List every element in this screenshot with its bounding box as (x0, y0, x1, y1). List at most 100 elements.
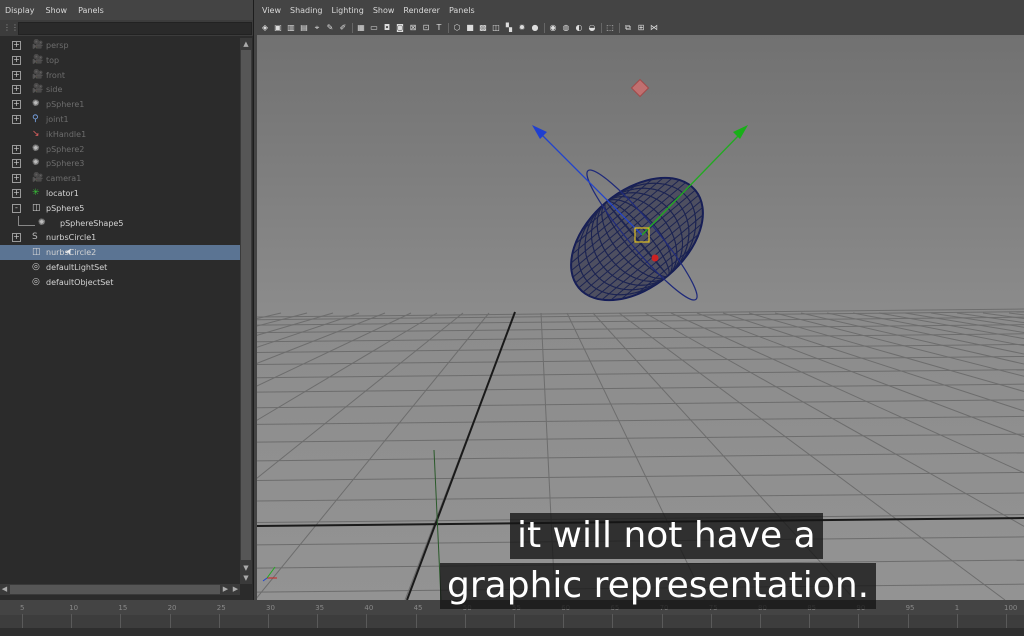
outliner-item-psphereshape5[interactable]: ✺ pSphereShape5 (0, 215, 240, 231)
x-axis-handle-dot[interactable] (651, 254, 659, 262)
default-layout-icon[interactable]: ⧉ (623, 23, 633, 32)
timeline-tick-label: 40 (364, 604, 374, 612)
motion-blur-icon[interactable]: ◐ (574, 23, 584, 32)
scroll-thumb[interactable] (241, 50, 251, 560)
timeline-tick-label: 15 (118, 604, 128, 612)
safe-action-icon[interactable]: ⊡ (421, 23, 431, 32)
outliner-item-label: camera1 (46, 174, 82, 184)
viewport-menu-show[interactable]: Show (373, 6, 395, 15)
scroll-down-icon[interactable]: ▼ (242, 574, 250, 582)
expand-icon[interactable]: + (12, 55, 21, 65)
xray-icon[interactable]: ◫ (491, 23, 501, 32)
ambient-occlusion-icon[interactable]: ◍ (561, 23, 571, 32)
use-all-lights-icon[interactable]: ✹ (517, 23, 527, 32)
outliner-item-psphere2[interactable]: + ✺ pSphere2 (0, 142, 240, 157)
show-hide-icon[interactable]: ⊞ (636, 23, 646, 32)
timeline-tick-mark (661, 614, 663, 628)
wireframe-on-shaded-icon[interactable]: ▩ (478, 23, 488, 32)
scroll-right-icon[interactable]: ▶ (231, 584, 240, 595)
grease-pencil-icon[interactable]: ✎ (325, 23, 335, 32)
outliner-item-psphere3[interactable]: + ✺ pSphere3 (0, 156, 240, 171)
scroll-right-icon[interactable]: ▶ (221, 584, 230, 595)
expand-icon[interactable]: + (12, 174, 21, 184)
outliner-menu-display[interactable]: Display (5, 6, 35, 15)
scroll-left-icon[interactable]: ◀ (0, 584, 9, 595)
timeline-tick-label: 25 (216, 604, 226, 612)
shadows-icon[interactable]: ● (530, 23, 540, 32)
outliner-item-label: side (46, 85, 63, 95)
viewport-menu-shading[interactable]: Shading (290, 6, 323, 15)
outliner-item-persp[interactable]: + 🎥 persp (0, 38, 240, 53)
outliner-item-label: persp (46, 41, 69, 50)
outliner-item-nurbscircle1[interactable]: + SnurbsCircle1 (0, 230, 240, 245)
range-slider-track[interactable] (0, 628, 1024, 636)
timeline-tick-mark (858, 614, 860, 628)
locator-icon: ✳ (32, 188, 40, 198)
outliner-item-label: top (46, 55, 60, 65)
outliner-item-label: pSphere5 (46, 203, 85, 213)
gate-mask-icon[interactable]: ◙ (395, 23, 405, 32)
graph-icon[interactable]: ⋈ (649, 23, 659, 32)
outliner-menu-panels[interactable]: Panels (78, 6, 104, 15)
outliner-item-locator1[interactable]: + ✳ locator1 (0, 186, 240, 201)
expand-icon[interactable]: + (12, 85, 21, 95)
camera-attributes-icon[interactable]: ▣ (273, 23, 283, 32)
scroll-thumb[interactable] (10, 585, 220, 594)
select-camera-icon[interactable]: ◈ (260, 23, 270, 32)
drag-handle-icon[interactable]: ⋮⋮ (3, 23, 19, 33)
smooth-shade-icon[interactable]: ■ (465, 23, 475, 32)
outliner-vertical-scrollbar[interactable]: ▲ ▼ ▼ (240, 38, 252, 584)
outliner-item-ikhandle1[interactable]: ↘ ikHandle1 (0, 127, 240, 142)
scroll-down-icon[interactable]: ▼ (242, 564, 250, 572)
outliner-list: + 🎥 persp + 🎥 top + 🎥 front + 🎥 side + ✺ pSphere1 + ⚲ joi… (0, 38, 240, 584)
expand-icon[interactable]: + (12, 189, 21, 198)
toolbar-separator (352, 22, 353, 33)
outliner-item-nurbscircle2[interactable]: ◫ nurbsCircle2 ➤ (0, 245, 240, 260)
pencil-icon[interactable]: ✐ (338, 23, 348, 32)
high-quality-icon[interactable]: ◉ (548, 23, 558, 32)
scroll-up-icon[interactable]: ▲ (242, 40, 250, 48)
bookmark-icon[interactable]: ▥ (286, 23, 296, 32)
expand-icon[interactable]: + (12, 115, 21, 124)
outliner-item-psphere1[interactable]: + ✺ pSphere1 (0, 97, 240, 112)
outliner-item-label: pSphere3 (46, 159, 85, 169)
outliner-menu-show[interactable]: Show (46, 6, 68, 15)
safe-title-icon[interactable]: T (434, 23, 444, 32)
outliner-item-psphere5[interactable]: - ◫ pSphere5 (0, 201, 240, 216)
outliner-item-side[interactable]: + 🎥 side (0, 82, 240, 97)
field-chart-icon[interactable]: ⊠ (408, 23, 418, 32)
anti-aliasing-icon[interactable]: ◒ (587, 23, 597, 32)
viewport-menu-lighting[interactable]: Lighting (331, 6, 363, 15)
viewport-menu-renderer[interactable]: Renderer (403, 6, 440, 15)
isolate-select-icon[interactable]: ⬚ (605, 23, 615, 32)
viewport-toolbar: ◈ ▣ ▥ ▤ ⌖ ✎ ✐ ▦ ▭ ◘ ◙ ⊠ ⊡ T ⬡ ■ ▩ ◫ ▚ ✹ … (257, 20, 1024, 35)
outliner-item-defaultlightset[interactable]: ◎ defaultLightSet (0, 260, 240, 275)
outliner-item-front[interactable]: + 🎥 front (0, 68, 240, 83)
textured-icon[interactable]: ▚ (504, 23, 514, 32)
outliner-item-defaultobjectset[interactable]: ◎ defaultObjectSet (0, 275, 240, 290)
outliner-item-top[interactable]: + 🎥 top (0, 53, 240, 68)
outliner-item-camera1[interactable]: + 🎥 camera1 (0, 171, 240, 186)
expand-icon[interactable]: + (12, 70, 21, 80)
wireframe-icon[interactable]: ⬡ (452, 23, 462, 32)
grid-icon[interactable]: ▦ (356, 23, 366, 32)
resolution-gate-icon[interactable]: ◘ (382, 23, 392, 32)
viewport-menu-panels[interactable]: Panels (449, 6, 475, 15)
two-d-pan-icon[interactable]: ⌖ (312, 23, 322, 32)
image-plane-icon[interactable]: ▤ (299, 23, 309, 32)
expand-icon[interactable]: + (12, 100, 21, 110)
outliner-item-label: pSphere1 (46, 100, 85, 110)
expand-icon[interactable]: + (12, 159, 21, 169)
outliner-item-joint1[interactable]: + ⚲ joint1 (0, 112, 240, 127)
outliner-horizontal-scrollbar[interactable]: ◀ ▶ ▶ (0, 584, 240, 595)
camera-icon: 🎥 (32, 54, 44, 65)
outliner-filter-input[interactable] (18, 22, 252, 35)
expand-icon[interactable]: + (12, 233, 21, 243)
film-gate-icon[interactable]: ▭ (369, 23, 379, 32)
expand-icon[interactable]: + (12, 144, 21, 154)
timeline-tick-label: 10 (69, 604, 79, 612)
timeline-tick-mark (956, 614, 958, 628)
expand-icon[interactable]: + (12, 41, 21, 50)
collapse-icon[interactable]: - (12, 203, 21, 213)
viewport-menu-view[interactable]: View (262, 6, 281, 15)
